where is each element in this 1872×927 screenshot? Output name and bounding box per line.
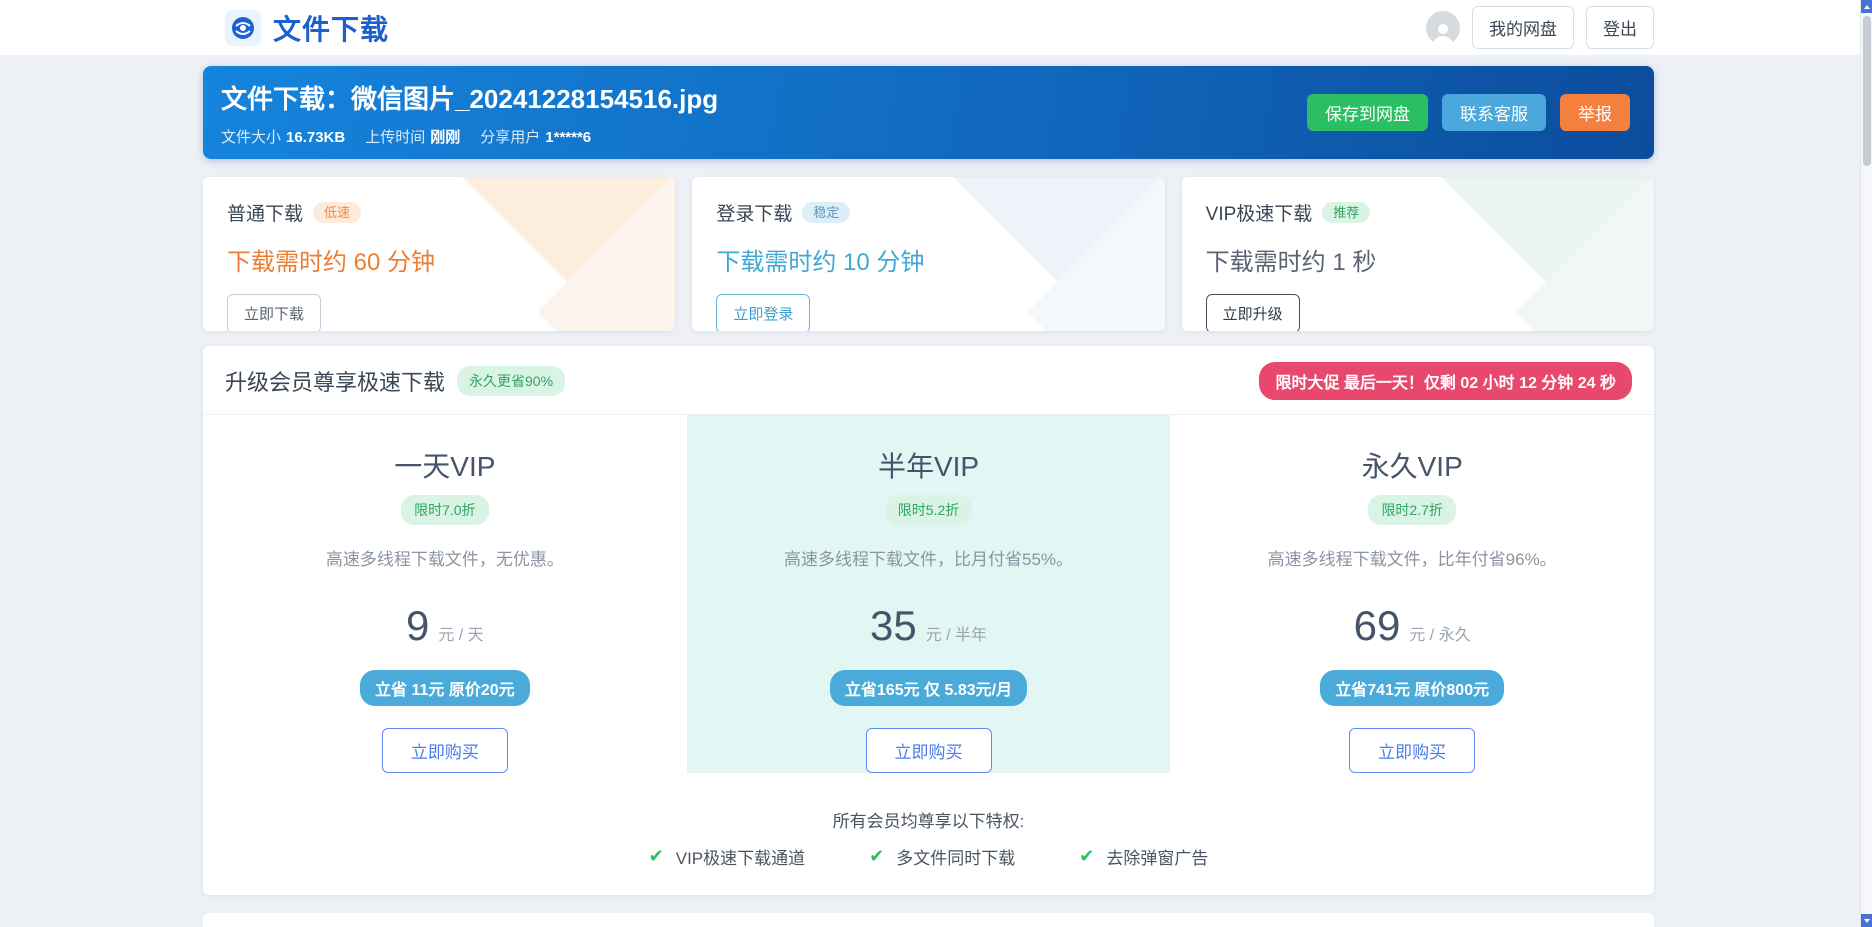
scrollbar[interactable] [1860, 0, 1872, 927]
discount-badge: 限时2.7折 [1368, 495, 1455, 525]
privilege-item: ✔ 多文件同时下载 [869, 844, 1015, 869]
top-header: 文件下载 我的网盘 登出 [0, 0, 1872, 55]
download-options: 普通下载 低速 下载需时约 60 分钟 立即下载 登录下载 稳定 下载需时约 1… [203, 177, 1654, 331]
brand-home-link[interactable]: 文件下载 [225, 8, 389, 48]
plan-savings-pill: 立省 11元 原价20元 [360, 670, 530, 706]
recommended-badge: 推荐 [1322, 202, 1370, 223]
file-size: 文件大小16.73KB [221, 126, 345, 147]
discount-badge: 限时5.2折 [885, 495, 972, 525]
arrow-up-icon [1864, 5, 1870, 9]
file-title: 文件下载：微信图片_20241228154516.jpg [221, 79, 718, 116]
login-download-card: 登录下载 稳定 下载需时约 10 分钟 立即登录 [692, 177, 1164, 331]
my-drive-button[interactable]: 我的网盘 [1472, 6, 1574, 49]
plan-description: 高速多线程下载文件，无优惠。 [203, 545, 687, 570]
share-user: 分享用户1*****6 [480, 126, 591, 147]
plan-price: 35 [870, 602, 917, 650]
scroll-down-button[interactable] [1861, 914, 1872, 927]
login-download-eta: 下载需时约 10 分钟 [716, 242, 1140, 277]
contact-support-button[interactable]: 联系客服 [1442, 94, 1546, 131]
normal-download-title: 普通下载 [227, 199, 303, 226]
plan-one-day-vip: 一天VIP 限时7.0折 高速多线程下载文件，无优惠。 9 元 / 天 立省 1… [203, 415, 687, 773]
privilege-item: ✔ VIP极速下载通道 [649, 844, 806, 869]
save-90-badge: 永久更省90% [457, 366, 565, 396]
vip-section-title: 升级会员尊享极速下载 [225, 365, 445, 397]
buy-now-button[interactable]: 立即购买 [1349, 728, 1475, 773]
plan-name: 一天VIP [203, 445, 687, 485]
privilege-label: 多文件同时下载 [896, 844, 1015, 869]
vip-download-card: VIP极速下载 推荐 下载需时约 1 秒 立即升级 [1182, 177, 1654, 331]
plan-price: 69 [1354, 602, 1401, 650]
normal-download-card: 普通下载 低速 下载需时约 60 分钟 立即下载 [203, 177, 675, 331]
discount-badge: 限时7.0折 [401, 495, 488, 525]
plan-name: 永久VIP [1170, 445, 1654, 485]
privilege-label: 去除弹窗广告 [1106, 844, 1208, 869]
buy-now-button[interactable]: 立即购买 [382, 728, 508, 773]
arrow-down-icon [1864, 919, 1870, 923]
plan-savings-pill: 立省165元 仅 5.83元/月 [830, 670, 1027, 706]
download-now-button[interactable]: 立即下载 [227, 294, 321, 331]
countdown-banner: 限时大促 最后一天！仅剩 02 小时 12 分钟 24 秒 [1259, 362, 1632, 400]
page-footer: 谨防刷单兼职，网贷，金融，裸聊敲诈，赌博等诈骗，请立即举报 [203, 913, 1654, 927]
file-download-banner: 文件下载：微信图片_20241228154516.jpg 文件大小16.73KB… [203, 66, 1654, 159]
check-icon: ✔ [649, 846, 664, 867]
scrollbar-thumb[interactable] [1863, 16, 1871, 166]
plan-price: 9 [406, 602, 429, 650]
upload-time: 上传时间刚刚 [365, 126, 460, 147]
vip-download-title: VIP极速下载 [1206, 199, 1313, 226]
plan-description: 高速多线程下载文件，比年付省96%。 [1170, 545, 1654, 570]
login-now-button[interactable]: 立即登录 [716, 294, 810, 331]
save-to-drive-button[interactable]: 保存到网盘 [1307, 94, 1428, 131]
user-avatar[interactable] [1426, 11, 1460, 45]
plan-half-year-vip: 半年VIP 限时5.2折 高速多线程下载文件，比月付省55%。 35 元 / 半… [687, 415, 1171, 773]
plan-permanent-vip: 永久VIP 限时2.7折 高速多线程下载文件，比年付省96%。 69 元 / 永… [1170, 415, 1654, 773]
check-icon: ✔ [869, 846, 884, 867]
plan-name: 半年VIP [687, 445, 1171, 485]
scroll-up-button[interactable] [1861, 0, 1872, 13]
plan-description: 高速多线程下载文件，比月付省55%。 [687, 545, 1171, 570]
check-icon: ✔ [1079, 846, 1094, 867]
privileges-list: ✔ VIP极速下载通道 ✔ 多文件同时下载 ✔ 去除弹窗广告 [203, 844, 1654, 869]
logout-button[interactable]: 登出 [1586, 6, 1654, 49]
plan-savings-pill: 立省741元 原价800元 [1320, 670, 1504, 706]
slow-badge: 低速 [313, 202, 361, 223]
plan-price-unit: 元 / 天 [438, 621, 483, 645]
login-download-title: 登录下载 [716, 199, 792, 226]
vip-pricing-section: 升级会员尊享极速下载 永久更省90% 限时大促 最后一天！仅剩 02 小时 12… [203, 346, 1654, 895]
report-button[interactable]: 举报 [1560, 94, 1630, 131]
app-title: 文件下载 [273, 8, 389, 48]
buy-now-button[interactable]: 立即购买 [866, 728, 992, 773]
privilege-item: ✔ 去除弹窗广告 [1079, 844, 1208, 869]
app-logo-icon [225, 10, 261, 46]
normal-download-eta: 下载需时约 60 分钟 [227, 242, 651, 277]
plan-price-unit: 元 / 半年 [926, 621, 987, 645]
upgrade-now-button[interactable]: 立即升级 [1206, 294, 1300, 331]
privilege-label: VIP极速下载通道 [676, 844, 805, 869]
plan-price-unit: 元 / 永久 [1409, 621, 1470, 645]
stable-badge: 稳定 [802, 202, 850, 223]
privileges-title: 所有会员均尊享以下特权: [203, 807, 1654, 832]
file-meta: 文件大小16.73KB 上传时间刚刚 分享用户1*****6 [221, 126, 718, 147]
vip-download-eta: 下载需时约 1 秒 [1206, 242, 1630, 277]
